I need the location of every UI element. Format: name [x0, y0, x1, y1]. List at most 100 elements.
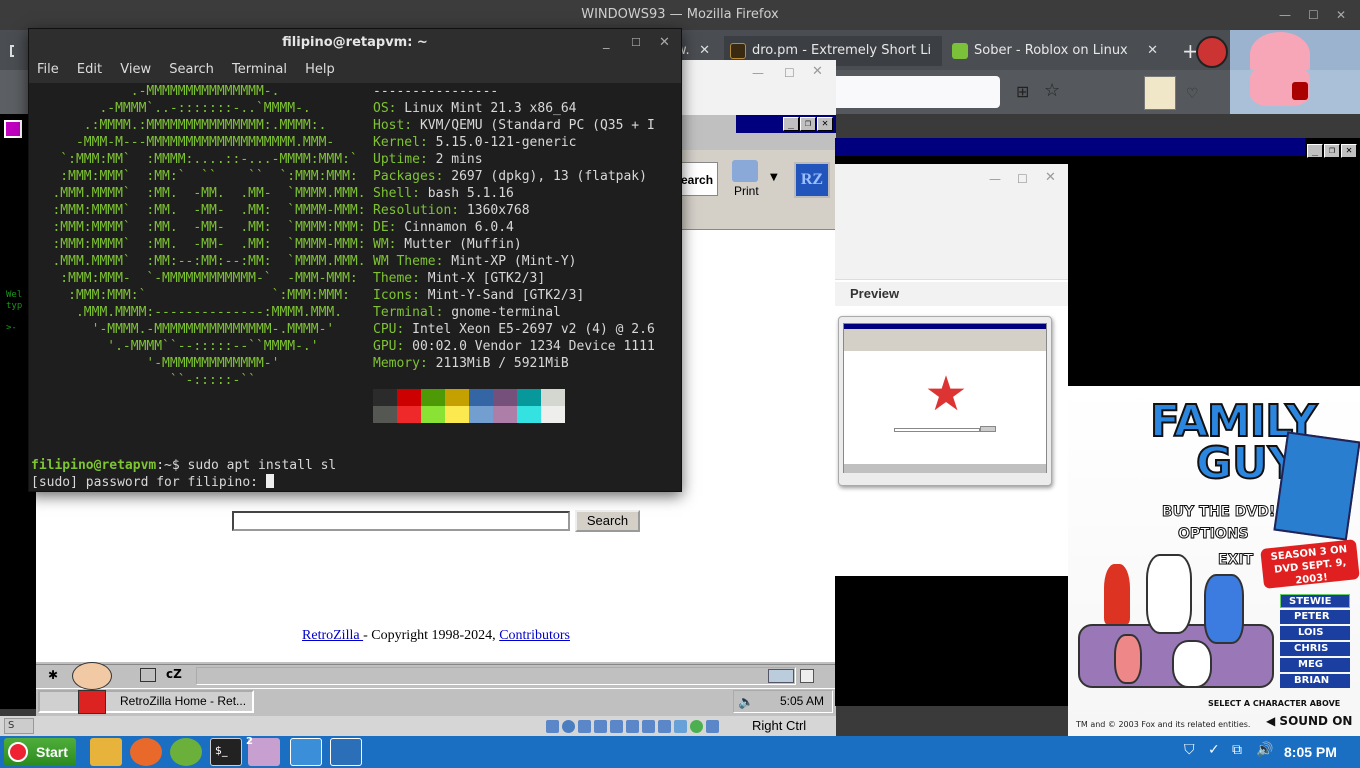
tab-sober[interactable]: Sober - Roblox on Linux ✕	[946, 36, 1164, 66]
app-icon[interactable]	[4, 120, 22, 138]
w93-tray: 🔈 5:05 AM	[733, 690, 833, 713]
info-value: 00:02.0 Vendor 1234 Device 1111	[404, 339, 655, 354]
search-button[interactable]: earch	[680, 162, 718, 196]
vm-background	[835, 576, 1068, 706]
character-lois[interactable]: LOIS	[1280, 626, 1350, 640]
ad-options-link[interactable]: OPTIONS	[1178, 526, 1250, 543]
shield-icon[interactable]: ⛉	[1184, 742, 1195, 758]
display-icon[interactable]	[642, 720, 655, 733]
close-icon[interactable]: ✕	[1045, 170, 1056, 185]
chevron-down-icon[interactable]: ▼	[770, 172, 778, 183]
preview-thumbnail[interactable]: ★	[838, 316, 1052, 486]
terminal-output[interactable]: .-MMMMMMMMMMMMMMM-. .-MMMM`..-:::::::-..…	[29, 83, 681, 491]
search-input[interactable]	[232, 511, 570, 531]
pocket-icon[interactable]: ♡	[1186, 86, 1199, 102]
info-key: Memory:	[373, 356, 428, 371]
titlebar: _ ❐ ✕	[736, 115, 836, 133]
ad-buy-link[interactable]: BUY THE DVD!	[1161, 504, 1275, 521]
character-chris[interactable]: CHRIS	[1280, 642, 1350, 656]
close-icon[interactable]: ✕	[1147, 36, 1158, 66]
arrow-icon[interactable]	[706, 720, 719, 733]
check-icon[interactable]: ✓	[1208, 742, 1220, 758]
volume-icon[interactable]: 🔊	[1256, 742, 1273, 758]
restore-icon[interactable]: ❐	[1324, 144, 1340, 158]
url-bar[interactable]: ⊞ ☆	[830, 76, 1060, 108]
retrozilla-link[interactable]: RetroZilla	[302, 628, 363, 643]
character-meg[interactable]: MEG	[1280, 658, 1350, 672]
close-icon[interactable]: ✕	[1341, 144, 1357, 158]
firefox-launcher-icon[interactable]	[130, 738, 162, 766]
palette-swatch	[397, 406, 421, 423]
minimize-icon[interactable]: _	[783, 117, 799, 131]
net-task-icon[interactable]	[330, 738, 362, 766]
audio-icon[interactable]	[578, 720, 591, 733]
maximize-icon[interactable]: ☐	[784, 66, 795, 80]
stewie-desktop-pet-icon[interactable]	[64, 662, 120, 714]
ublock-icon[interactable]	[1292, 82, 1308, 100]
tab-icon-partial[interactable]	[0, 36, 14, 66]
files-launcher-icon[interactable]	[90, 738, 122, 766]
menu-help[interactable]: Help	[305, 62, 335, 77]
composer-icon[interactable]: cZ	[166, 667, 182, 681]
minimize-icon[interactable]: —	[1279, 0, 1291, 30]
apps-launcher-icon[interactable]	[170, 738, 202, 766]
minimize-icon[interactable]: —	[752, 66, 764, 80]
network-icon[interactable]: ⧉	[1232, 742, 1242, 758]
hdd-icon[interactable]	[546, 720, 559, 733]
start-button[interactable]: Start	[4, 738, 76, 766]
character-brian[interactable]: BRIAN	[1280, 674, 1350, 688]
ad-sound-toggle[interactable]: ◀ SOUND ON	[1266, 714, 1352, 728]
close-icon[interactable]: ✕	[812, 64, 823, 79]
terminal-task-icon[interactable]: $_	[210, 738, 242, 766]
usb-icon[interactable]	[610, 720, 623, 733]
info-key: OS:	[373, 101, 397, 116]
grid-icon[interactable]: ⊞	[1016, 82, 1029, 101]
minimize-icon[interactable]: _	[1307, 144, 1323, 158]
maximize-icon[interactable]: ☐	[1308, 0, 1319, 30]
maximize-icon[interactable]: ☐	[631, 29, 641, 57]
menu-edit[interactable]: Edit	[77, 62, 102, 77]
menu-terminal[interactable]: Terminal	[232, 62, 287, 77]
minimize-icon[interactable]: —	[989, 172, 1001, 186]
character-peter[interactable]: PETER	[1280, 610, 1350, 624]
ascii-line: :MMM:MMMM` :MM. -MM- .MM: `MMMM-MMM:	[29, 237, 366, 252]
mail-icon[interactable]	[140, 668, 156, 682]
search-submit-button[interactable]: Search	[575, 510, 640, 532]
character-stewie[interactable]: STEWIE	[1280, 594, 1350, 608]
speaker-icon[interactable]: 🔈	[738, 691, 754, 712]
printer-icon[interactable]	[732, 160, 758, 182]
vbox-device-icons	[546, 718, 746, 734]
shared-folder-icon[interactable]	[626, 720, 639, 733]
menu-search[interactable]: Search	[169, 62, 214, 77]
console-text: Wel typ >-	[6, 290, 23, 333]
menu-view[interactable]: View	[120, 62, 151, 77]
network-icon[interactable]	[594, 720, 607, 733]
recording-icon[interactable]	[658, 720, 671, 733]
star-logo-icon: ★	[924, 366, 968, 422]
palette-swatch	[469, 389, 493, 406]
vbox-indicator[interactable]: S	[4, 718, 34, 734]
close-icon[interactable]: ✕	[659, 29, 670, 57]
system-clock[interactable]: 8:05 PM	[1284, 736, 1354, 768]
contributors-link[interactable]: Contributors	[499, 628, 570, 643]
patrick-task-icon[interactable]: 2	[246, 736, 280, 766]
globe-icon[interactable]	[690, 720, 703, 733]
task-count-badge: 2	[246, 736, 253, 747]
close-icon[interactable]: ✕	[817, 117, 833, 131]
print-label[interactable]: Print	[734, 184, 759, 198]
palette-swatch	[445, 389, 469, 406]
terminal-scrollbar[interactable]	[673, 87, 679, 487]
component-icon[interactable]: ✱	[48, 668, 58, 682]
status-bar: ✱ cZ	[36, 664, 836, 688]
minimize-icon[interactable]: _	[603, 29, 610, 57]
cpu-icon[interactable]	[674, 720, 687, 733]
maximize-icon[interactable]: ☐	[1017, 172, 1028, 186]
monitor-task-icon[interactable]	[290, 738, 322, 766]
menu-file[interactable]: File	[37, 62, 59, 77]
note-icon[interactable]	[1144, 76, 1176, 110]
close-icon[interactable]: ✕	[1336, 0, 1346, 30]
restore-icon[interactable]: ❐	[800, 117, 816, 131]
info-row: WM: Mutter (Muffin)	[373, 236, 655, 253]
optical-icon[interactable]	[562, 720, 575, 733]
bookmark-star-icon[interactable]: ☆	[1044, 80, 1060, 101]
